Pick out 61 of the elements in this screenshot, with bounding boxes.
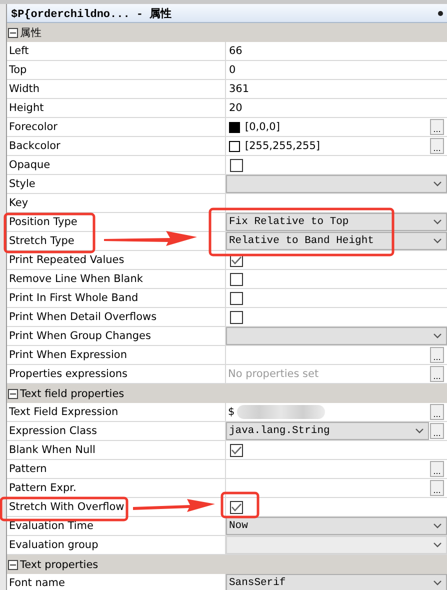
collapse-icon[interactable] <box>8 28 18 38</box>
property-label: Key <box>7 194 226 212</box>
property-label: Forecolor <box>7 118 226 136</box>
expression-value[interactable]: $ <box>226 406 235 418</box>
chevron-down-icon <box>433 219 442 225</box>
checkbox[interactable] <box>230 500 243 514</box>
property-value[interactable]: 361 <box>226 83 250 95</box>
chevron-down-icon <box>415 428 424 434</box>
checkbox[interactable] <box>230 444 243 456</box>
window-title: $P{orderchildno... - 属性 <box>11 6 172 20</box>
chevron-down-icon <box>433 333 442 339</box>
color-value: [0,0,0] <box>245 121 280 133</box>
property-value[interactable]: 66 <box>226 45 242 57</box>
ellipsis-button[interactable]: ... <box>430 138 444 154</box>
dropdown[interactable]: java.lang.String <box>226 422 429 440</box>
property-label: Text Field Expression <box>7 403 226 421</box>
property-label: Print In First Whole Band <box>7 289 226 307</box>
property-label: Remove Line When Blank <box>7 270 226 288</box>
property-label: Left <box>7 42 226 60</box>
checkbox[interactable] <box>230 272 243 286</box>
section-header[interactable]: Text field properties <box>7 384 447 403</box>
ellipsis-button[interactable]: ... <box>430 347 444 363</box>
property-label: Blank When Null <box>7 441 226 459</box>
dropdown[interactable]: Now <box>226 517 447 535</box>
ellipsis-button[interactable]: ... <box>430 461 444 477</box>
empty-hint: No properties set <box>227 368 319 380</box>
dropdown[interactable]: Relative to Band Height <box>226 232 447 250</box>
section-header[interactable]: Text properties <box>7 555 447 574</box>
property-label: Print When Detail Overflows <box>7 308 226 326</box>
chevron-down-icon <box>433 542 442 548</box>
property-label: Backcolor <box>7 137 226 155</box>
ellipsis-button[interactable]: ... <box>430 366 444 382</box>
checkbox[interactable] <box>230 158 243 172</box>
dropdown[interactable]: Fix Relative to Top <box>226 213 447 231</box>
chevron-down-icon <box>433 238 442 244</box>
property-label: Height <box>7 99 226 117</box>
ellipsis-button[interactable]: ... <box>430 423 444 439</box>
checkbox[interactable] <box>230 292 243 304</box>
ellipsis-button[interactable]: ... <box>430 404 444 420</box>
ellipsis-button[interactable]: ... <box>430 480 444 496</box>
property-value[interactable]: 0 <box>226 64 236 76</box>
property-label: Pattern <box>7 460 226 478</box>
property-label: Pattern Expr. <box>7 479 226 497</box>
property-label: Print When Expression <box>7 346 226 364</box>
chevron-down-icon <box>433 580 442 586</box>
collapse-icon[interactable] <box>8 560 18 570</box>
section-header[interactable]: 属性 <box>7 23 447 42</box>
property-label: Width <box>7 80 226 98</box>
chevron-down-icon <box>433 181 442 187</box>
checkbox[interactable] <box>230 310 243 324</box>
color-value: [255,255,255] <box>245 140 320 152</box>
collapse-icon[interactable] <box>8 388 18 398</box>
dropdown[interactable]: SansSerif <box>226 574 447 590</box>
chevron-down-icon <box>433 523 442 529</box>
property-label: Properties expressions <box>7 365 226 383</box>
property-value[interactable]: 20 <box>226 102 242 114</box>
ellipsis-button[interactable]: ... <box>430 119 444 135</box>
property-label: Opaque <box>7 156 226 174</box>
highlight-frame <box>220 492 260 518</box>
property-label: Top <box>7 61 226 79</box>
property-label: Print Repeated Values <box>7 251 226 269</box>
